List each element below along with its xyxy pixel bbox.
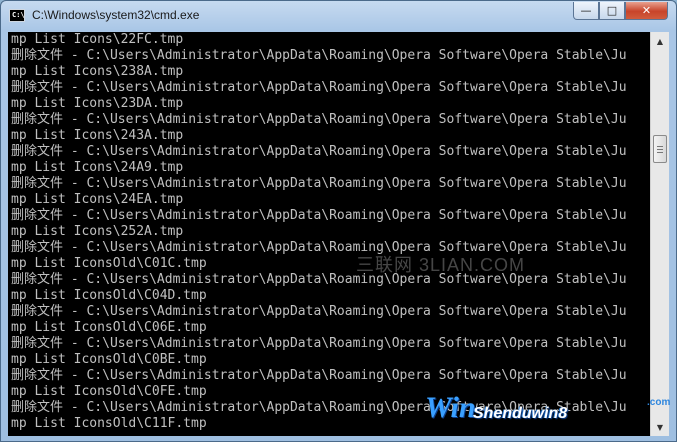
logo-com-text: .com bbox=[647, 397, 671, 408]
thumb-grip-line bbox=[657, 152, 663, 153]
console-line: 删除文件 - C:\Users\Administrator\AppData\Ro… bbox=[11, 240, 627, 255]
console-line: mp List Icons\24EA.tmp bbox=[11, 192, 184, 207]
cmd-icon-label: C:\ bbox=[12, 11, 25, 19]
console-line: mp List Icons\24A9.tmp bbox=[11, 160, 184, 175]
console-line: mp List Icons\22FC.tmp bbox=[11, 32, 184, 47]
site-logo: Win Shenduwin8 .com bbox=[425, 385, 675, 435]
console-line: 删除文件 - C:\Users\Administrator\AppData\Ro… bbox=[11, 80, 627, 95]
console-line: mp List Icons\238A.tmp bbox=[11, 64, 184, 79]
thumb-grip-line bbox=[657, 146, 663, 147]
scroll-thumb[interactable] bbox=[653, 135, 667, 163]
console-line: mp List IconsOld\C0FE.tmp bbox=[11, 384, 207, 399]
console-line: mp List Icons\23DA.tmp bbox=[11, 96, 184, 111]
console-line: 删除文件 - C:\Users\Administrator\AppData\Ro… bbox=[11, 112, 627, 127]
vertical-scrollbar[interactable]: ▲ ▼ bbox=[650, 32, 669, 436]
logo-domain-text: Shenduwin8 bbox=[473, 405, 568, 422]
console-line: mp List Icons\243A.tmp bbox=[11, 128, 184, 143]
console-line: 删除文件 - C:\Users\Administrator\AppData\Ro… bbox=[11, 272, 627, 287]
close-button[interactable]: ✕ bbox=[625, 2, 668, 20]
thumb-grip-line bbox=[657, 149, 663, 150]
console-line: 删除文件 - C:\Users\Administrator\AppData\Ro… bbox=[11, 176, 627, 191]
console-line: mp List Icons\252A.tmp bbox=[11, 224, 184, 239]
console-line: 删除文件 - C:\Users\Administrator\AppData\Ro… bbox=[11, 48, 627, 63]
window-title: C:\Windows\system32\cmd.exe bbox=[32, 8, 200, 22]
scroll-up-arrow-icon[interactable]: ▲ bbox=[652, 33, 668, 49]
logo-win-text: Win bbox=[425, 391, 476, 424]
title-bar[interactable]: C:\ C:\Windows\system32\cmd.exe — □ ✕ bbox=[1, 1, 676, 31]
window-controls: — □ ✕ bbox=[573, 2, 668, 21]
console-line: mp List IconsOld\C11F.tmp bbox=[11, 416, 207, 431]
console-line: 删除文件 - C:\Users\Administrator\AppData\Ro… bbox=[11, 144, 627, 159]
console-output[interactable]: mp List Icons\22FC.tmp 删除文件 - C:\Users\Ad… bbox=[8, 32, 650, 436]
console-line: mp List IconsOld\C0BE.tmp bbox=[11, 352, 207, 367]
console-line: mp List IconsOld\C01C.tmp bbox=[11, 256, 207, 271]
console-line: 删除文件 - C:\Users\Administrator\AppData\Ro… bbox=[11, 208, 627, 223]
console-line: 删除文件 - C:\Users\Administrator\AppData\Ro… bbox=[11, 304, 627, 319]
console-line: 删除文件 - C:\Users\Administrator\AppData\Ro… bbox=[11, 336, 627, 351]
console-line: mp List IconsOld\C04D.tmp bbox=[11, 288, 207, 303]
maximize-button[interactable]: □ bbox=[599, 2, 625, 20]
minimize-button[interactable]: — bbox=[573, 2, 599, 20]
cmd-icon[interactable]: C:\ bbox=[9, 9, 25, 22]
cmd-window: C:\ C:\Windows\system32\cmd.exe — □ ✕ mp… bbox=[0, 0, 677, 442]
console-line: mp List IconsOld\C06E.tmp bbox=[11, 320, 207, 335]
watermark-text: 三联网 3LIAN.COM bbox=[356, 255, 526, 275]
console-line: 删除文件 - C:\Users\Administrator\AppData\Ro… bbox=[11, 368, 627, 383]
